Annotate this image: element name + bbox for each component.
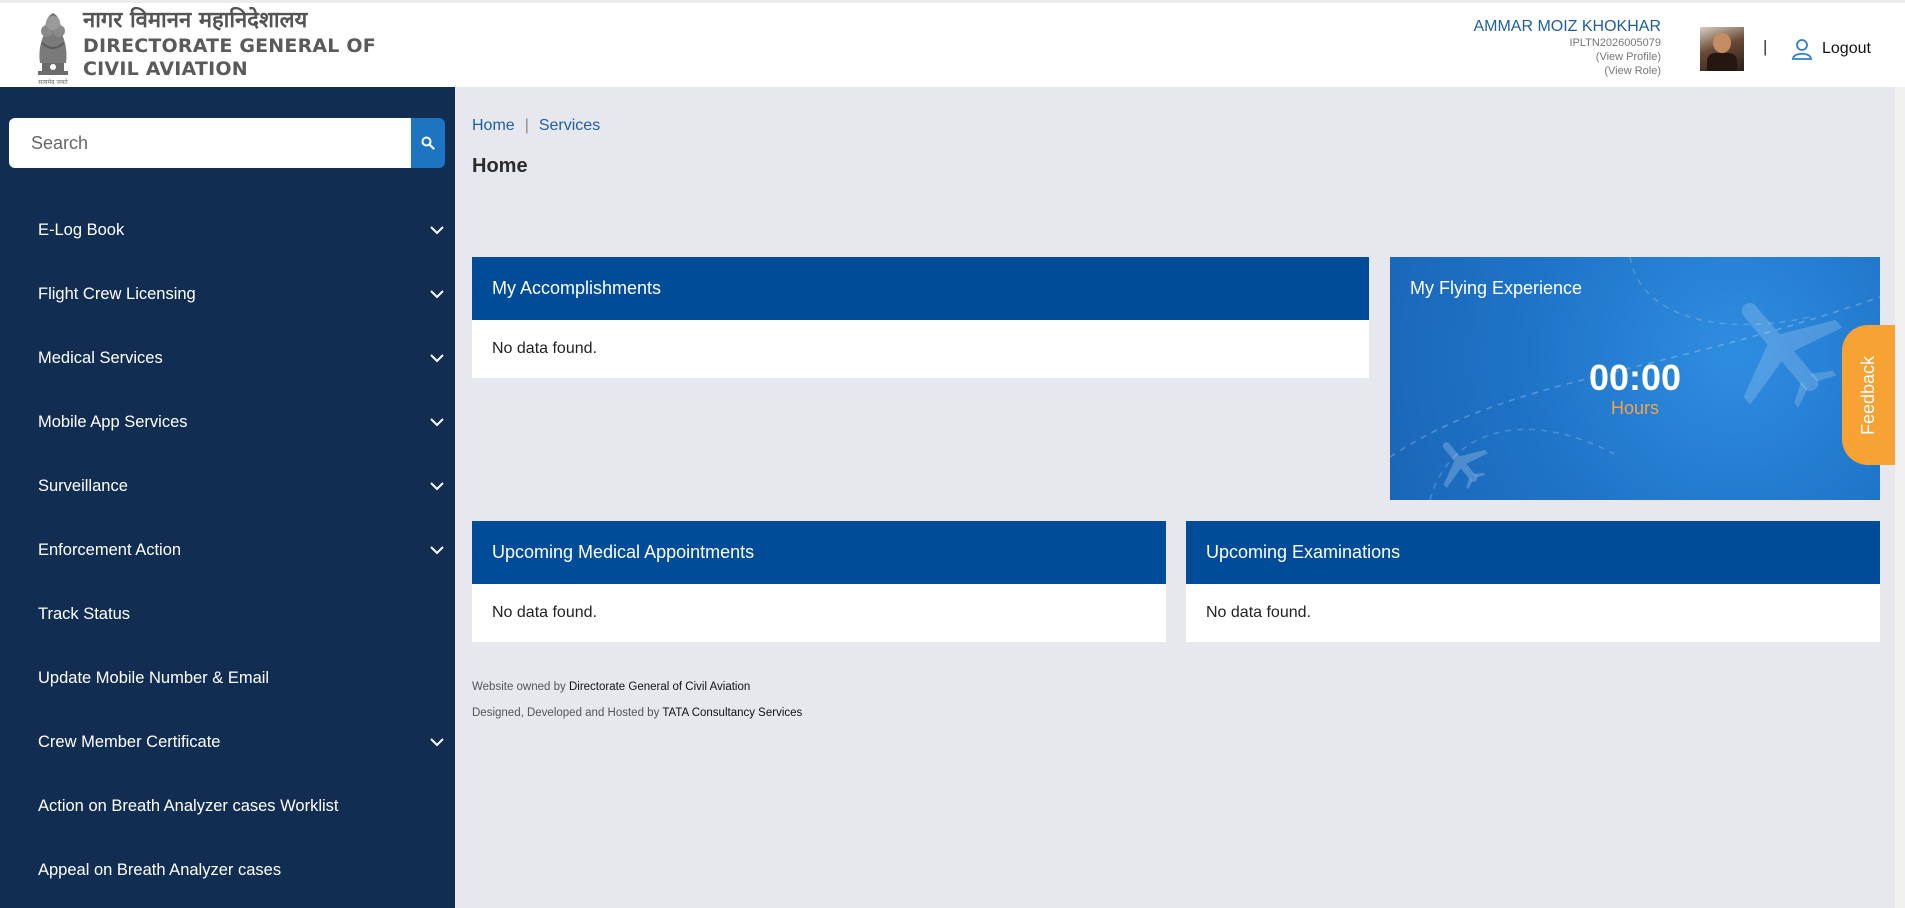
medical-appointments-card-body: No data found.: [492, 604, 597, 621]
flying-hours-value: 00:00: [1588, 357, 1682, 398]
svg-text:सत्यमेव जयते: सत्यमेव जयते: [38, 78, 68, 86]
sidebar-item-label: Update Mobile Number & Email: [38, 668, 270, 687]
breadcrumb: Home | Services: [472, 117, 600, 135]
breadcrumb-services[interactable]: Services: [539, 117, 600, 135]
breadcrumb-separator: |: [524, 117, 529, 134]
national-emblem-icon: सत्यमेव जयते: [38, 13, 68, 86]
flying-experience-card: My Flying Experience 00:00 Hours: [1390, 257, 1880, 500]
user-info: AMMAR MOIZ KHOKHAR IPLTN2026005079 (View…: [1473, 18, 1661, 78]
avatar-body: [1707, 53, 1737, 71]
search-box: [9, 118, 445, 168]
sidebar-item-surveillance[interactable]: Surveillance: [0, 454, 455, 518]
user-icon: [1792, 39, 1812, 60]
page-scrollbar[interactable]: [1895, 87, 1905, 908]
logout-label: Logout: [1822, 40, 1871, 57]
logo-english-line1: DIRECTORATE GENERAL OF: [83, 35, 376, 57]
sidebar-item-flight-crew-licensing[interactable]: Flight Crew Licensing: [0, 262, 455, 326]
sidebar: E-Log Book Flight Crew Licensing Medical S…: [0, 87, 455, 908]
sidebar-item-label: Appeal on Breath Analyzer cases: [38, 860, 282, 879]
logo-hindi-text: नागर विमानन महानिदेशालय: [83, 8, 308, 33]
sidebar-item-label: Enforcement Action: [38, 540, 182, 559]
chevron-down-icon: [430, 354, 444, 363]
footer-designed-org-link[interactable]: TATA Consultancy Services: [662, 707, 802, 719]
sidebar-item-medical-services[interactable]: Medical Services: [0, 326, 455, 390]
footer-owned-prefix: Website owned by: [472, 681, 569, 693]
chevron-down-icon: [430, 482, 444, 491]
examinations-card-title: Upcoming Examinations: [1186, 521, 1880, 584]
feedback-label: Feedback: [1858, 355, 1878, 435]
user-name: AMMAR MOIZ KHOKHAR: [1473, 18, 1661, 35]
site-logo[interactable]: नागर विमानन महानिदेशालय DIRECTORATE GENE…: [83, 7, 376, 81]
sidebar-item-label: Crew Member Certificate: [38, 732, 221, 751]
sidebar-item-crew-member-certificate[interactable]: Crew Member Certificate: [0, 710, 455, 774]
page-title: Home: [472, 155, 528, 177]
examinations-card: Upcoming Examinations No data found.: [1186, 521, 1880, 642]
examinations-card-body: No data found.: [1206, 604, 1311, 621]
sidebar-item-label: Surveillance: [38, 476, 128, 495]
flying-hours-unit: Hours: [1610, 398, 1659, 418]
search-button[interactable]: [411, 118, 445, 168]
sidebar-item-enforcement-action[interactable]: Enforcement Action: [0, 518, 455, 582]
sidebar-item-track-status[interactable]: Track Status: [0, 582, 455, 646]
user-id: IPLTN2026005079: [1569, 37, 1661, 49]
sidebar-item-label: Flight Crew Licensing: [38, 284, 196, 303]
sidebar-menu: E-Log Book Flight Crew Licensing Medical S…: [0, 198, 455, 902]
sidebar-item-label: Mobile App Services: [38, 412, 188, 431]
flying-experience-title: My Flying Experience: [1410, 278, 1583, 298]
sidebar-item-mobile-app-services[interactable]: Mobile App Services: [0, 390, 455, 454]
footer-designed-by: Designed, Developed and Hosted by TATA C…: [472, 707, 802, 719]
header-separator: |: [1763, 37, 1768, 56]
avatar[interactable]: [1700, 27, 1744, 71]
sidebar-item-appeal-on-breath-analyzer-cases[interactable]: Appeal on Breath Analyzer cases: [0, 838, 455, 902]
search-icon: [421, 136, 435, 150]
sidebar-item-label: Action on Breath Analyzer cases Worklist: [38, 796, 339, 815]
sidebar-item-e-log-book[interactable]: E-Log Book: [0, 198, 455, 262]
logo-english-line2: CIVIL AVIATION: [83, 58, 248, 80]
search-input[interactable]: [9, 118, 411, 168]
feedback-button[interactable]: Feedback: [1842, 325, 1895, 465]
footer-designed-prefix: Designed, Developed and Hosted by: [472, 707, 663, 719]
medical-appointments-card: Upcoming Medical Appointments No data fo…: [472, 521, 1166, 642]
logout-button[interactable]: Logout: [1790, 37, 1871, 61]
accomplishments-card: My Accomplishments No data found.: [472, 257, 1369, 378]
footer-owned-by: Website owned by Directorate General of …: [472, 681, 750, 693]
footer-owned-org-link[interactable]: Directorate General of Civil Aviation: [569, 681, 750, 693]
sidebar-item-action-on-breath-analyzer-cases-worklist[interactable]: Action on Breath Analyzer cases Worklist: [0, 774, 455, 838]
chevron-down-icon: [430, 418, 444, 427]
chevron-down-icon: [430, 546, 444, 555]
top-header: सत्यमेव जयते नागर विमानन महानिदेशालय DIR…: [0, 0, 1905, 87]
sidebar-item-label: Track Status: [38, 604, 130, 623]
sidebar-item-label: Medical Services: [38, 348, 163, 367]
accomplishments-card-title: My Accomplishments: [472, 257, 1369, 320]
accomplishments-card-body: No data found.: [492, 340, 597, 357]
chevron-down-icon: [430, 738, 444, 747]
view-role-link[interactable]: (View Role): [1473, 64, 1661, 78]
view-profile-link[interactable]: (View Profile): [1473, 50, 1661, 64]
medical-appointments-card-title: Upcoming Medical Appointments: [472, 521, 1166, 584]
chevron-down-icon: [430, 290, 444, 299]
sidebar-item-label: E-Log Book: [38, 220, 125, 239]
breadcrumb-home[interactable]: Home: [472, 117, 515, 135]
avatar-face: [1713, 33, 1731, 53]
sidebar-item-update-mobile-number-email[interactable]: Update Mobile Number & Email: [0, 646, 455, 710]
chevron-down-icon: [430, 226, 444, 235]
main-content: Home | Services Home My Accomplishments …: [455, 87, 1905, 908]
